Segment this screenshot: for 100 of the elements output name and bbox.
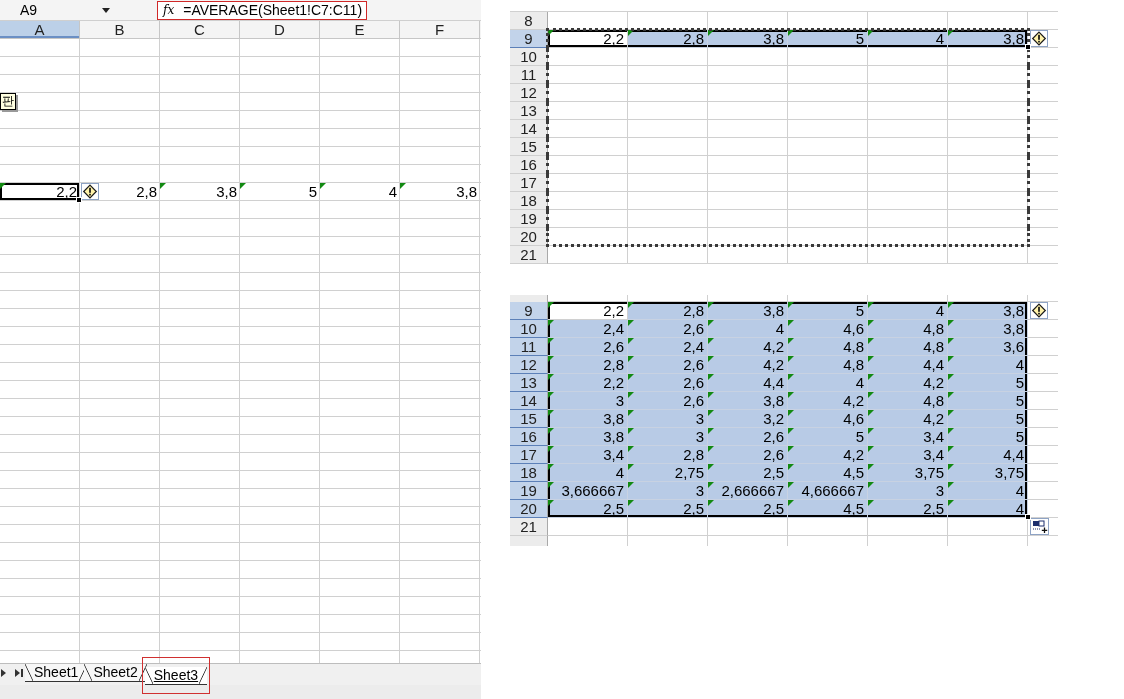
- table-cell[interactable]: 4,4: [948, 446, 1028, 464]
- table-cell[interactable]: 5: [788, 302, 868, 320]
- row-header[interactable]: 14: [510, 392, 548, 410]
- table-cell[interactable]: 3,8: [708, 392, 788, 410]
- table-cell[interactable]: 4,8: [868, 392, 948, 410]
- table-cell[interactable]: 4: [868, 30, 948, 48]
- fill-handle[interactable]: [1025, 44, 1031, 50]
- table-cell[interactable]: 3,8: [708, 302, 788, 320]
- table-cell[interactable]: 3,6: [948, 338, 1028, 356]
- table-cell[interactable]: 3,8: [948, 30, 1028, 48]
- table-cell[interactable]: 2,75: [628, 464, 708, 482]
- column-header[interactable]: F: [400, 21, 480, 38]
- table-cell[interactable]: 2,6: [628, 320, 708, 338]
- table-cell[interactable]: 3: [628, 410, 708, 428]
- row-header[interactable]: 9: [510, 302, 548, 320]
- table-cell[interactable]: 2,2: [548, 374, 628, 392]
- table-cell[interactable]: 3,4: [548, 446, 628, 464]
- table-cell[interactable]: 5: [948, 428, 1028, 446]
- table-cell[interactable]: 4,2: [788, 446, 868, 464]
- table-cell[interactable]: 2,6: [628, 356, 708, 374]
- table-cell[interactable]: 2,6: [548, 338, 628, 356]
- table-cell[interactable]: 4,6: [788, 320, 868, 338]
- table-cell[interactable]: 2,5: [548, 500, 628, 518]
- column-header[interactable]: A: [0, 21, 80, 38]
- table-cell[interactable]: 3,75: [948, 464, 1028, 482]
- table-cell[interactable]: 2,8: [628, 30, 708, 48]
- table-cell[interactable]: 3,2: [708, 410, 788, 428]
- row-header[interactable]: 11: [510, 66, 548, 84]
- table-cell[interactable]: 3: [628, 428, 708, 446]
- table-cell[interactable]: 5: [948, 410, 1028, 428]
- name-box[interactable]: A9: [0, 0, 118, 20]
- row-header[interactable]: 21: [510, 518, 548, 536]
- row-header[interactable]: 16: [510, 156, 548, 174]
- table-cell[interactable]: 3,8: [948, 320, 1028, 338]
- table-cell[interactable]: 4,6: [788, 410, 868, 428]
- table-cell[interactable]: 3: [548, 392, 628, 410]
- table-cell[interactable]: 2,8: [628, 446, 708, 464]
- table-cell[interactable]: 4,8: [788, 356, 868, 374]
- table-cell[interactable]: 3: [628, 482, 708, 500]
- table-cell[interactable]: 2,6: [628, 374, 708, 392]
- row-header[interactable]: 13: [510, 374, 548, 392]
- dropdown-caret-icon[interactable]: [102, 7, 110, 13]
- table-cell[interactable]: 4,4: [868, 356, 948, 374]
- table-cell[interactable]: 4: [948, 356, 1028, 374]
- row-header[interactable]: 19: [510, 210, 548, 228]
- column-header[interactable]: C: [160, 21, 240, 38]
- table-cell[interactable]: 3,4: [868, 446, 948, 464]
- table-cell[interactable]: 2,2: [548, 302, 628, 320]
- table-cell[interactable]: 2,5: [708, 464, 788, 482]
- column-header[interactable]: D: [240, 21, 320, 38]
- fill-handle[interactable]: [1025, 514, 1031, 520]
- scroll-right-icon[interactable]: [1, 669, 6, 677]
- row-header[interactable]: 9: [510, 30, 548, 48]
- sheet-tab[interactable]: Sheet3: [144, 667, 208, 685]
- row-header[interactable]: 15: [510, 138, 548, 156]
- table-cell[interactable]: 3,75: [868, 464, 948, 482]
- table-cell[interactable]: 4: [548, 464, 628, 482]
- row-header[interactable]: 10: [510, 320, 548, 338]
- table-cell[interactable]: 4: [868, 302, 948, 320]
- row-header[interactable]: 13: [510, 102, 548, 120]
- row-header[interactable]: 19: [510, 482, 548, 500]
- table-cell[interactable]: 4,2: [788, 392, 868, 410]
- row-header[interactable]: 17: [510, 446, 548, 464]
- table-cell[interactable]: 5: [788, 428, 868, 446]
- warning-icon[interactable]: [81, 183, 99, 200]
- row-header[interactable]: 14: [510, 120, 548, 138]
- table-cell[interactable]: 4,2: [708, 338, 788, 356]
- table-cell[interactable]: 2,8: [548, 356, 628, 374]
- table-cell[interactable]: 4: [948, 500, 1028, 518]
- table-cell[interactable]: 3,8: [548, 410, 628, 428]
- table-cell[interactable]: 3,666667: [548, 482, 628, 500]
- table-cell[interactable]: 2,6: [708, 428, 788, 446]
- row-header[interactable]: 18: [510, 192, 548, 210]
- table-cell[interactable]: 3,8: [948, 302, 1028, 320]
- table-cell[interactable]: 4,8: [868, 338, 948, 356]
- table-cell[interactable]: 4,2: [708, 356, 788, 374]
- table-cell[interactable]: 2,666667: [708, 482, 788, 500]
- table-cell[interactable]: 4,8: [868, 320, 948, 338]
- column-header[interactable]: B: [80, 21, 160, 38]
- table-cell[interactable]: 5: [948, 374, 1028, 392]
- table-cell[interactable]: 3,8: [708, 30, 788, 48]
- table-cell[interactable]: 2,2: [548, 30, 628, 48]
- row-header[interactable]: 8: [510, 12, 548, 30]
- table-cell[interactable]: 3,8: [160, 183, 240, 201]
- formula-bar[interactable]: fx =AVERAGE(Sheet1!C7:C11): [157, 0, 368, 20]
- table-cell[interactable]: 4,2: [868, 410, 948, 428]
- table-cell[interactable]: 4,8: [788, 338, 868, 356]
- table-cell[interactable]: 3,8: [548, 428, 628, 446]
- table-cell[interactable]: 3,8: [400, 183, 480, 201]
- table-cell[interactable]: 2,5: [868, 500, 948, 518]
- function-button[interactable]: fx: [163, 1, 175, 19]
- warning-icon[interactable]: [1030, 30, 1048, 47]
- fill-handle[interactable]: [76, 197, 82, 203]
- scroll-last-icon[interactable]: [15, 669, 23, 677]
- row-header[interactable]: 10: [510, 48, 548, 66]
- table-cell[interactable]: 4,2: [868, 374, 948, 392]
- row-header[interactable]: 17: [510, 174, 548, 192]
- table-cell[interactable]: 2,8: [628, 302, 708, 320]
- row-header[interactable]: 11: [510, 338, 548, 356]
- table-cell[interactable]: 2,4: [548, 320, 628, 338]
